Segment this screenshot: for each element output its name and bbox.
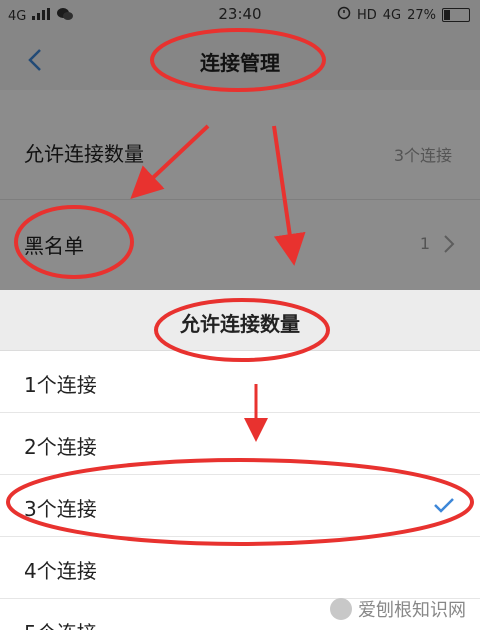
option-label: 3个连接: [24, 497, 97, 521]
option-label: 4个连接: [24, 559, 97, 583]
option-2-connections[interactable]: 2个连接: [0, 413, 480, 475]
watermark: 爱刨根知识网: [330, 596, 466, 622]
option-label: 2个连接: [24, 435, 97, 459]
option-4-connections[interactable]: 4个连接: [0, 537, 480, 599]
option-1-connection[interactable]: 1个连接: [0, 351, 480, 413]
watermark-text: 爱刨根知识网: [358, 600, 466, 621]
checkmark-icon: [434, 498, 454, 513]
watermark-logo-icon: [330, 598, 352, 620]
option-label: 1个连接: [24, 373, 97, 397]
app-screen: 4G 23:40 HD 4G 27% 连接管理 允许连接数量 3个连接 黑名单 …: [0, 0, 480, 630]
connection-count-sheet: 允许连接数量 1个连接 2个连接 3个连接 4个连接 5个连接: [0, 290, 480, 630]
option-label: 5个连接: [24, 617, 97, 630]
option-3-connections[interactable]: 3个连接: [0, 475, 480, 537]
sheet-title: 允许连接数量: [180, 312, 300, 336]
sheet-header: 允许连接数量: [0, 290, 480, 351]
